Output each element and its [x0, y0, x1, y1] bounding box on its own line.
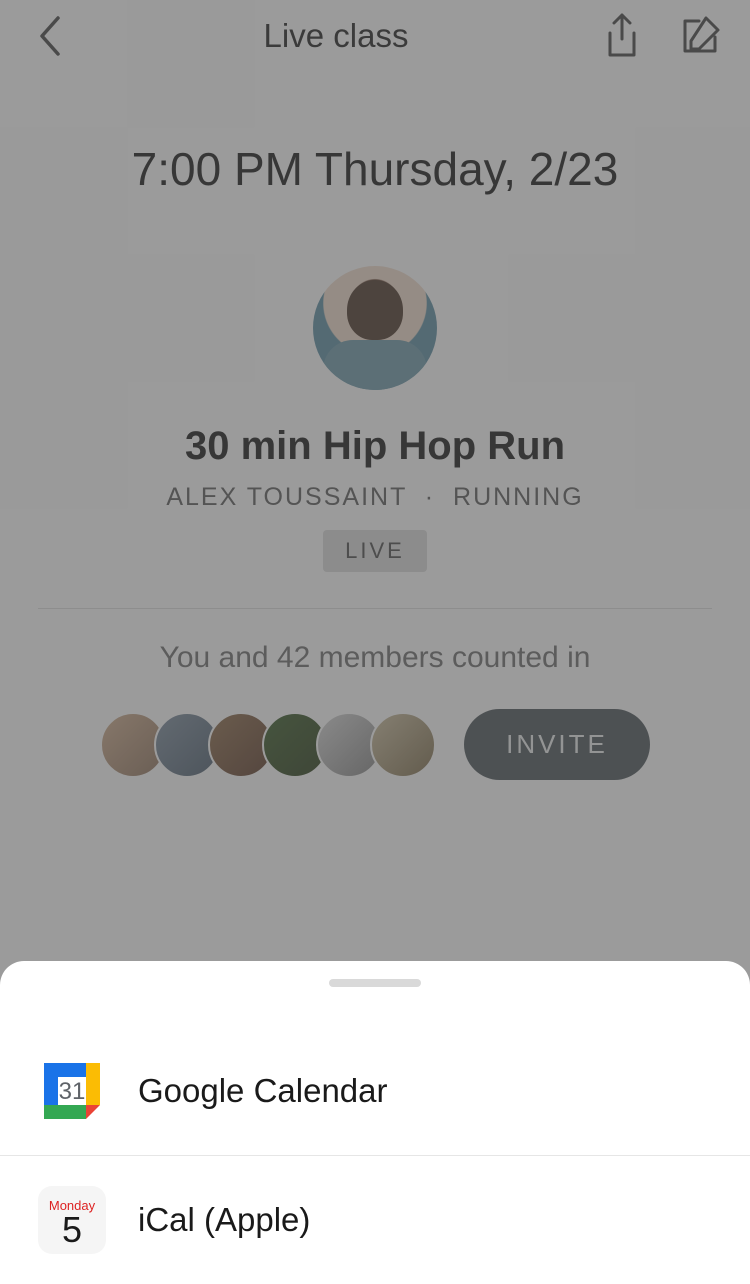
sheet-item-label: Google Calendar [138, 1072, 388, 1110]
calendar-sheet: 31 Google Calendar Monday 5 iCal (Apple) [0, 961, 750, 1284]
ical-icon: Monday 5 [38, 1186, 106, 1254]
gcal-num: 31 [59, 1078, 86, 1105]
sheet-item-google-calendar[interactable]: 31 Google Calendar [0, 1027, 750, 1155]
sheet-grabber[interactable] [329, 979, 421, 987]
ical-daynum: 5 [62, 1212, 82, 1248]
google-calendar-icon: 31 [38, 1057, 106, 1125]
sheet-item-ical[interactable]: Monday 5 iCal (Apple) [0, 1155, 750, 1284]
sheet-item-label: iCal (Apple) [138, 1201, 310, 1239]
